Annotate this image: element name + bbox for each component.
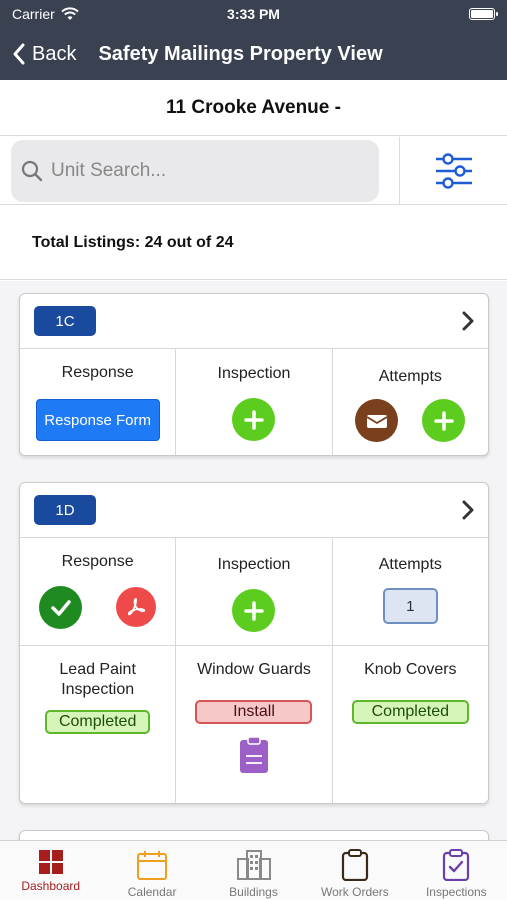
response-cell: Response bbox=[20, 538, 177, 645]
unit-card[interactable]: 1C Response Response Form Inspection Att… bbox=[19, 293, 489, 456]
chevron-right-icon[interactable] bbox=[462, 500, 474, 520]
card-row: Response Response Form Inspection Attemp… bbox=[20, 349, 488, 455]
attempts-cell: Attempts bbox=[333, 349, 488, 455]
buildings-icon bbox=[236, 850, 271, 880]
inspection-label: Inspection bbox=[217, 556, 291, 573]
carrier-label: Carrier bbox=[12, 6, 55, 22]
unit-card[interactable] bbox=[19, 830, 489, 840]
dashboard-icon bbox=[38, 850, 63, 874]
response-cell: Response Response Form bbox=[20, 349, 177, 455]
search-icon bbox=[21, 160, 43, 182]
window-guards-cell: Window Guards Install bbox=[176, 646, 333, 803]
sliders-icon bbox=[435, 152, 472, 189]
lead-paint-cell: Lead Paint Inspection Completed bbox=[20, 646, 177, 803]
checkmark-icon bbox=[50, 599, 71, 616]
attempts-cell: Attempts 1 bbox=[333, 538, 488, 645]
tab-label: Dashboard bbox=[21, 879, 81, 893]
response-label: Response bbox=[61, 364, 134, 381]
plus-icon bbox=[244, 409, 264, 430]
tab-label: Inspections bbox=[425, 885, 487, 899]
knob-covers-cell: Knob Covers Completed bbox=[333, 646, 488, 803]
attempts-label: Attempts bbox=[378, 368, 442, 385]
clipboard-check-icon bbox=[443, 849, 470, 881]
pdf-icon bbox=[128, 598, 146, 616]
unit-badge: 1C bbox=[34, 306, 96, 336]
card-header[interactable]: 1C bbox=[20, 294, 488, 349]
filter-button[interactable] bbox=[399, 137, 507, 204]
inspection-cell: Inspection bbox=[176, 349, 333, 455]
lead-paint-status-badge[interactable]: Completed bbox=[44, 710, 151, 734]
pdf-button[interactable] bbox=[116, 587, 157, 627]
unit-list: 1C Response Response Form Inspection Att… bbox=[0, 281, 507, 840]
unit-badge: 1D bbox=[34, 495, 96, 525]
status-time: 3:33 PM bbox=[227, 6, 280, 22]
card-row: Lead Paint Inspection Completed Window G… bbox=[20, 646, 488, 803]
window-guards-status-badge[interactable]: Install bbox=[195, 700, 313, 724]
add-inspection-button[interactable] bbox=[232, 398, 276, 441]
top-bar: Carrier 3:33 PM Back Safety Mailings Pro… bbox=[0, 0, 507, 80]
response-label: Response bbox=[61, 553, 134, 570]
tab-dashboard[interactable]: Dashboard bbox=[0, 841, 101, 900]
add-inspection-button[interactable] bbox=[232, 589, 276, 632]
tab-calendar[interactable]: Calendar bbox=[101, 841, 202, 900]
window-guards-label: Window Guards bbox=[197, 661, 311, 678]
unit-card[interactable]: 1D Response Inspection Attempts 1 Lead P… bbox=[19, 482, 489, 804]
status-bar: Carrier 3:33 PM bbox=[0, 0, 507, 28]
card-row: Response Inspection Attempts 1 bbox=[20, 538, 488, 646]
plus-icon bbox=[434, 410, 454, 431]
wifi-icon bbox=[61, 7, 79, 20]
inspection-cell: Inspection bbox=[176, 538, 333, 645]
search-row bbox=[0, 137, 507, 205]
unit-search-input[interactable] bbox=[51, 160, 351, 182]
tab-bar: Dashboard Calendar Buildings Work Orders bbox=[0, 840, 507, 900]
calendar-icon bbox=[137, 851, 168, 880]
attempts-label: Attempts bbox=[378, 556, 442, 573]
total-listings: Total Listings: 24 out of 24 bbox=[0, 206, 507, 280]
back-button[interactable]: Back bbox=[12, 43, 76, 66]
knob-covers-status-badge[interactable]: Completed bbox=[351, 700, 469, 724]
inspection-label: Inspection bbox=[217, 365, 291, 382]
property-address: 11 Crooke Avenue - bbox=[0, 80, 507, 136]
chevron-right-icon[interactable] bbox=[462, 311, 474, 331]
tab-inspections[interactable]: Inspections bbox=[406, 841, 507, 900]
lead-paint-label: Lead Paint Inspection bbox=[59, 661, 136, 698]
search-box bbox=[11, 140, 379, 202]
attempts-count-button[interactable]: 1 bbox=[382, 588, 438, 624]
knob-covers-label: Knob Covers bbox=[364, 661, 457, 678]
tab-label: Calendar bbox=[127, 885, 177, 899]
clipboard-icon bbox=[341, 849, 369, 881]
chevron-left-icon bbox=[13, 43, 25, 65]
plus-icon bbox=[244, 600, 264, 621]
tab-work-orders[interactable]: Work Orders bbox=[304, 841, 405, 900]
page-title: Safety Mailings Property View bbox=[98, 42, 383, 65]
response-received-button[interactable] bbox=[39, 586, 83, 629]
add-attempt-button[interactable] bbox=[422, 399, 466, 442]
response-form-button[interactable]: Response Form bbox=[35, 399, 160, 441]
envelope-icon bbox=[366, 414, 388, 428]
card-header[interactable]: 1D bbox=[20, 483, 488, 538]
back-label: Back bbox=[32, 42, 77, 65]
tab-label: Work Orders bbox=[321, 885, 389, 899]
battery-icon bbox=[469, 8, 498, 20]
tab-buildings[interactable]: Buildings bbox=[203, 841, 304, 900]
nav-bar: Back Safety Mailings Property View bbox=[0, 28, 507, 80]
mail-attempt-button[interactable] bbox=[355, 399, 399, 442]
clipboard-icon[interactable] bbox=[239, 736, 269, 774]
tab-label: Buildings bbox=[229, 885, 278, 899]
